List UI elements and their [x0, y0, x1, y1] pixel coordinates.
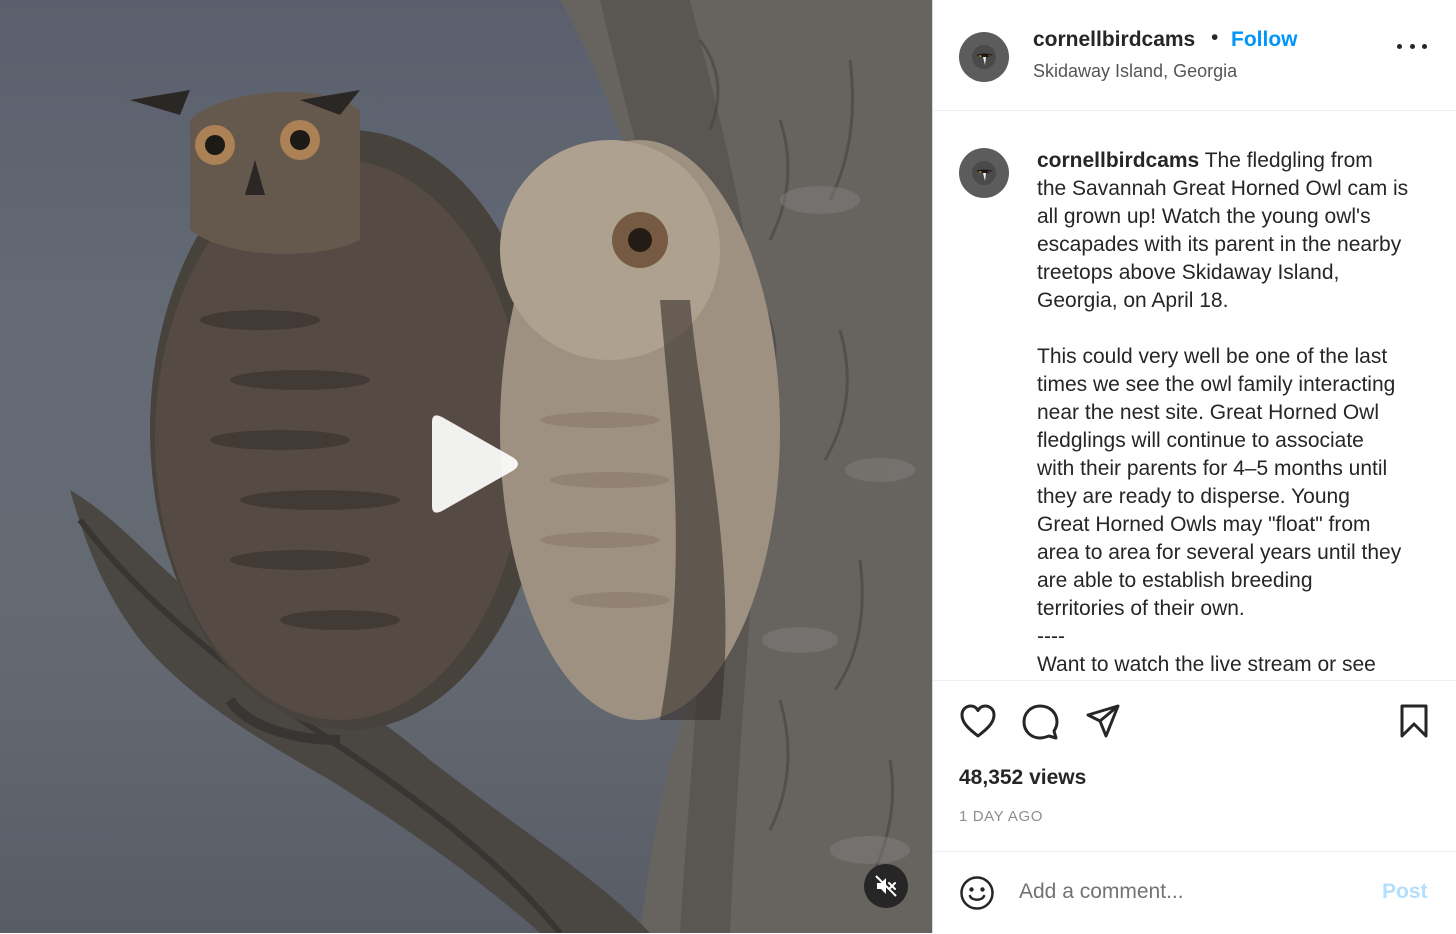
caption-line: ----: [1037, 625, 1065, 648]
caption-line: times we see the owl family interacting: [1037, 373, 1396, 396]
caption-username[interactable]: cornellbirdcams: [1037, 149, 1199, 172]
instagram-post: cornellbirdcams • Follow Skidaway Island…: [0, 0, 1456, 933]
caption-line: This could very well be one of the last: [1037, 345, 1388, 368]
caption-line: the Savannah Great Horned Owl cam is: [1037, 177, 1409, 200]
smiley-icon[interactable]: [959, 875, 995, 911]
paper-plane-icon[interactable]: [1085, 703, 1121, 739]
comment-bubble-icon[interactable]: [1021, 703, 1059, 741]
post-timestamp: 1 DAY AGO: [959, 808, 1044, 825]
video-player[interactable]: [0, 0, 932, 933]
more-options-icon[interactable]: [1397, 36, 1427, 56]
heart-icon[interactable]: [959, 703, 997, 739]
caption-line: fledglings will continue to associate: [1037, 429, 1364, 452]
caption-line: are able to establish breeding: [1037, 569, 1313, 592]
caption-line: they are ready to disperse. Young: [1037, 485, 1350, 508]
avatar[interactable]: [959, 148, 1009, 198]
avatar[interactable]: [959, 32, 1009, 82]
caption-line: territories of their own.: [1037, 597, 1245, 620]
comments-section[interactable]: cornellbirdcams The fledgling from the S…: [933, 111, 1456, 681]
bookmark-icon[interactable]: [1399, 703, 1429, 739]
follow-button[interactable]: Follow: [1231, 28, 1298, 52]
add-comment-bar: Post: [933, 851, 1456, 934]
caption-line: The fledgling from: [1204, 149, 1373, 172]
caption-line: all grown up! Watch the young owl's: [1037, 205, 1371, 228]
caption-line: treetops above Skidaway Island,: [1037, 261, 1340, 284]
caption-line: Georgia, on April 18.: [1037, 289, 1229, 312]
view-count[interactable]: 48,352 views: [959, 766, 1086, 790]
caption-line: with their parents for 4–5 months until: [1037, 457, 1388, 480]
caption-line: escapades with its parent in the nearby: [1037, 233, 1402, 256]
caption-line: area to area for several years until the…: [1037, 541, 1402, 564]
play-icon[interactable]: [424, 412, 520, 516]
action-bar: [933, 681, 1456, 751]
bird-logo-icon: [972, 45, 996, 69]
separator-dot: •: [1211, 26, 1219, 49]
bird-logo-icon: [972, 161, 996, 185]
muted-speaker-icon[interactable]: [864, 864, 908, 908]
caption-line: near the nest site. Great Horned Owl: [1037, 401, 1379, 424]
caption-line: Great Horned Owls may "float" from: [1037, 513, 1371, 536]
post-header: cornellbirdcams • Follow Skidaway Island…: [933, 0, 1456, 111]
post-location[interactable]: Skidaway Island, Georgia: [1033, 61, 1237, 82]
post-author-username[interactable]: cornellbirdcams: [1033, 28, 1195, 52]
post-caption: cornellbirdcams The fledgling from the S…: [1037, 147, 1437, 679]
post-comment-button[interactable]: Post: [1382, 880, 1428, 904]
caption-line: Want to watch the live stream or see: [1037, 653, 1376, 676]
post-side-panel: cornellbirdcams • Follow Skidaway Island…: [932, 0, 1456, 933]
comment-input[interactable]: [1019, 872, 1349, 912]
